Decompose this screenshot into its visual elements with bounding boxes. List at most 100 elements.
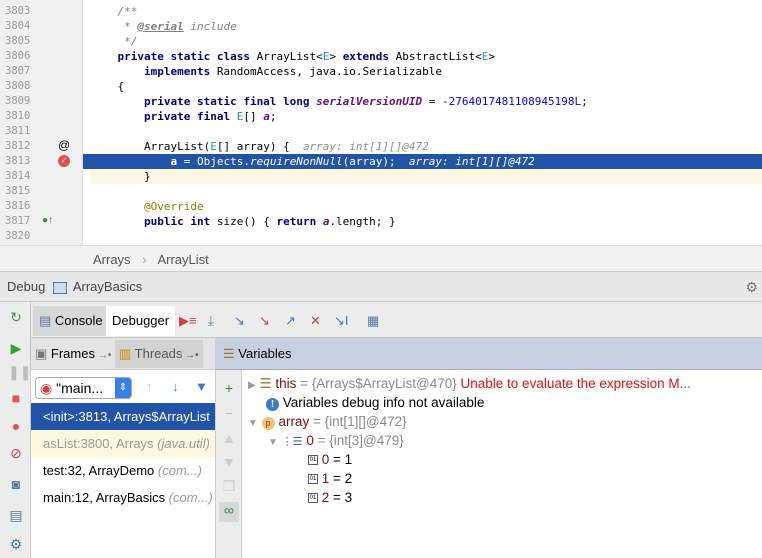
code-line[interactable]: private final E[] a; xyxy=(91,109,762,124)
resume-icon[interactable]: ▶ xyxy=(8,340,24,356)
code-line[interactable]: * @serial include xyxy=(91,19,762,34)
code-line[interactable]: public int size() { return a.length; } xyxy=(91,214,762,229)
code-token: > xyxy=(488,50,496,63)
evaluate-expression-icon[interactable]: ▦ xyxy=(367,313,379,329)
code-line[interactable]: a = Objects.requireNonNull(array); array… xyxy=(83,154,762,169)
code-line[interactable]: private static class ArrayList<E> extend… xyxy=(91,49,762,64)
breadcrumb-item-arraylist[interactable]: ArrayList xyxy=(157,252,208,267)
view-breakpoints-icon[interactable]: ● xyxy=(8,418,24,434)
debug-tool-window-header: Debug ArrayBasics ⚙ xyxy=(0,272,762,302)
code-line[interactable]: { xyxy=(91,79,762,94)
expand-arrow-icon[interactable]: ▶ xyxy=(248,380,256,391)
variable-array[interactable]: ▼ p array = {int[1][]@472} xyxy=(248,412,407,431)
array-element[interactable]: 01 2 = 3 xyxy=(308,488,352,507)
implements-marker-icon[interactable]: ●↑ xyxy=(42,215,53,226)
code-line[interactable]: @Override xyxy=(91,199,762,214)
snapshot-camera-icon[interactable]: ◙ xyxy=(8,476,24,492)
pause-icon[interactable]: ❚❚ xyxy=(8,364,31,380)
filter-icon[interactable]: ▼ xyxy=(195,379,208,394)
frame-item[interactable]: <init>:3813, Arrays$ArrayList xyxy=(31,403,215,430)
code-line[interactable]: ArrayList(E[] array) { array: int[1][]@4… xyxy=(91,139,762,154)
array-element[interactable]: 01 0 = 1 xyxy=(308,450,352,469)
collapse-arrow-icon[interactable]: ▼ xyxy=(268,437,278,448)
code-editor[interactable]: 3803 3804 3805 3806 3807 3808 3809 3810 3811 3812… xyxy=(0,0,762,245)
line-number: 3804 xyxy=(5,20,31,32)
show-watches-icon[interactable]: ∞ xyxy=(219,502,239,522)
breakpoint-icon[interactable]: ✓ xyxy=(58,155,70,167)
thread-selector[interactable]: ◉ "main... ⇕ xyxy=(35,377,132,399)
editor-gutter[interactable]: 3803 3804 3805 3806 3807 3808 3809 3810 3811 3812… xyxy=(0,0,83,245)
variable-this[interactable]: ▶ ☰ this = {Arrays$ArrayList@470} Unable… xyxy=(248,374,691,393)
frame-item[interactable]: main:12, ArrayBasics (com...) xyxy=(31,484,215,511)
rerun-icon[interactable]: ↻ xyxy=(8,309,24,325)
thread-selector-value: "main... xyxy=(56,380,104,396)
stop-icon[interactable]: ■ xyxy=(8,390,24,406)
code-token: return xyxy=(276,215,323,228)
debug-label: Debug xyxy=(7,279,46,294)
remove-watch-icon[interactable]: − xyxy=(221,405,237,421)
step-over-icon[interactable]: ⤓ xyxy=(208,313,214,329)
move-up-icon[interactable]: ▲ xyxy=(221,430,237,446)
code-token: } xyxy=(91,170,151,183)
frame-item[interactable]: test:32, ArrayDemo (com...) xyxy=(31,457,215,484)
code-token: .length; } xyxy=(329,215,396,228)
collapse-arrow-icon[interactable]: ▼ xyxy=(248,418,258,429)
parameter-icon: p xyxy=(261,417,275,430)
restore-layout-icon[interactable]: ▤ xyxy=(8,507,24,523)
frames-threads-header: ▣ Frames →• ▥ Threads →• xyxy=(31,338,241,370)
next-frame-icon[interactable]: ↓ xyxy=(172,379,179,394)
code-token: E xyxy=(210,140,217,153)
code-line[interactable]: /** xyxy=(91,4,762,19)
run-to-cursor-icon[interactable]: ↘I xyxy=(334,313,349,329)
step-out-icon[interactable]: ↗ xyxy=(285,313,296,329)
primitive-icon: 01 xyxy=(308,493,318,504)
array-element[interactable]: 01 1 = 2 xyxy=(308,469,352,488)
move-down-icon[interactable]: ▼ xyxy=(221,454,237,470)
variables-icon: ☰ xyxy=(223,346,239,361)
previous-frame-icon[interactable]: ↑ xyxy=(146,379,153,394)
step-into-icon[interactable]: ↘ xyxy=(234,313,245,329)
code-line[interactable] xyxy=(91,229,762,244)
force-step-into-icon[interactable]: ↘ xyxy=(259,313,270,329)
new-watch-icon[interactable]: + xyxy=(221,380,237,396)
code-token: ArrayList< xyxy=(256,50,323,63)
code-token: ArrayList( xyxy=(91,140,211,153)
settings-icon[interactable]: ⚙ xyxy=(8,536,24,552)
code-line[interactable] xyxy=(91,124,762,139)
variable-array-row-0[interactable]: ▼ ⋮☰ 0 = {int[3]@479} xyxy=(268,431,404,450)
mute-breakpoints-icon[interactable]: ⊘ xyxy=(8,445,24,461)
tab-console[interactable]: ▤ Console xyxy=(33,306,109,336)
field-icon: ☰ xyxy=(259,376,272,391)
debug-info-message: ! Variables debug info not available xyxy=(266,393,484,412)
threads-tab[interactable]: ▥ Threads →• xyxy=(115,340,203,368)
show-execution-point-icon[interactable]: ▶≡ xyxy=(179,313,197,329)
evaluation-error: Unable to evaluate the expression M... xyxy=(460,376,691,391)
frame-method: test:32, ArrayDemo xyxy=(43,463,158,478)
breadcrumb-item-arrays[interactable]: Arrays xyxy=(93,252,131,267)
drop-frame-icon[interactable]: ✕ xyxy=(310,313,321,329)
line-number: 3811 xyxy=(5,125,31,137)
code-line[interactable]: } xyxy=(91,169,762,184)
copy-icon[interactable]: ❐ xyxy=(221,478,237,494)
line-number: 3803 xyxy=(5,5,31,17)
code-line[interactable]: implements RandomAccess, java.io.Seriali… xyxy=(91,64,762,79)
settings-gear-icon[interactable]: ⚙ xyxy=(745,272,758,302)
frame-item[interactable]: asList:3800, Arrays (java.util) xyxy=(31,430,215,457)
frame-package: (java.util) xyxy=(157,436,210,451)
tab-debugger[interactable]: Debugger xyxy=(106,306,176,336)
code-line[interactable] xyxy=(91,184,762,199)
frames-tab[interactable]: ▣ Frames →• xyxy=(35,346,111,362)
variables-tree: ▶ ☰ this = {Arrays$ArrayList@470} Unable… xyxy=(242,370,762,558)
tab-debugger-label: Debugger xyxy=(112,313,170,328)
threads-icon: ▥ xyxy=(119,346,135,361)
code-line[interactable]: private static final long serialVersionU… xyxy=(91,94,762,109)
code-token: -2764017481108945198L xyxy=(442,95,582,108)
variables-title: Variables xyxy=(238,346,292,361)
code-token: a xyxy=(263,110,270,123)
code-token: * xyxy=(91,20,138,33)
code-line[interactable]: */ xyxy=(91,34,762,49)
variables-header: ☰ Variables xyxy=(215,338,762,370)
code-token: private final xyxy=(91,110,237,123)
chevron-updown-icon: ⇕ xyxy=(115,378,131,398)
debug-config-tab[interactable]: ArrayBasics xyxy=(73,279,142,294)
